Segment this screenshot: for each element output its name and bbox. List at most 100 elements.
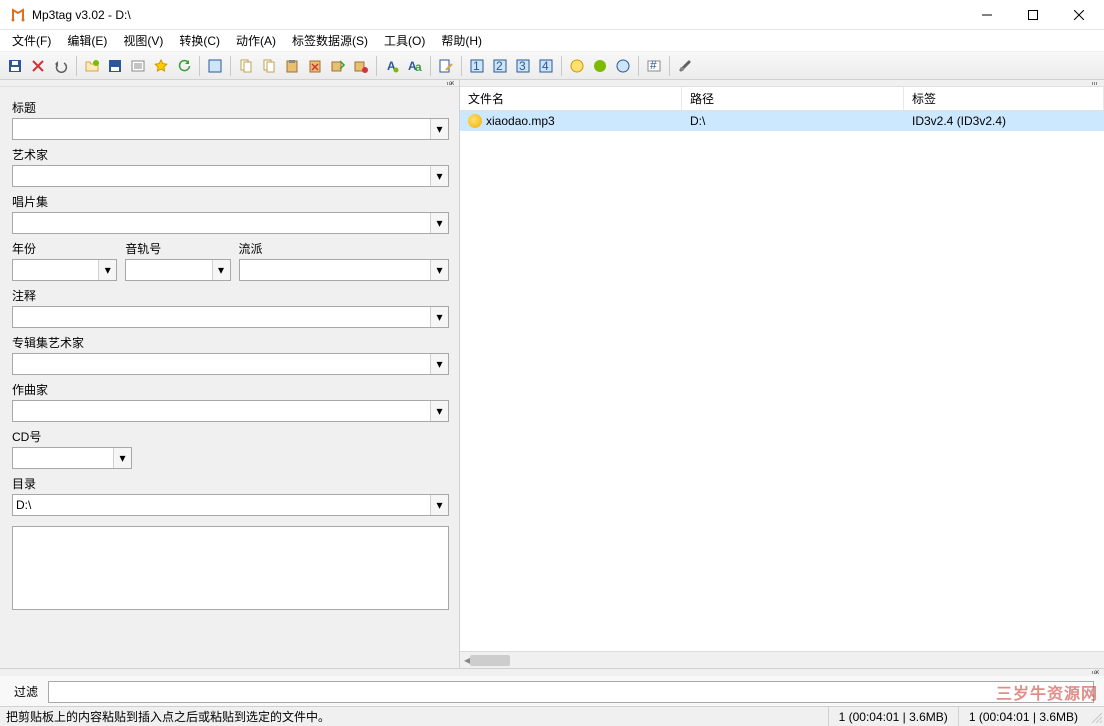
list-row[interactable]: xiaodao.mp3 D:\ ID3v2.4 (ID3v2.4): [460, 111, 1104, 131]
dropdown-icon[interactable]: ▾: [430, 307, 448, 327]
close-button[interactable]: [1056, 0, 1102, 30]
comment-input[interactable]: ▾: [12, 306, 449, 328]
menu-edit[interactable]: 编辑(E): [59, 30, 115, 51]
save-tag-icon[interactable]: [104, 55, 126, 77]
filter-label: 过滤: [14, 683, 38, 700]
dropdown-icon[interactable]: ▾: [430, 495, 448, 515]
resize-grip-icon[interactable]: [1088, 709, 1104, 725]
menubar: 文件(F) 编辑(E) 视图(V) 转换(C) 动作(A) 标签数据源(S) 工…: [0, 30, 1104, 52]
undo-icon[interactable]: [50, 55, 72, 77]
track-input[interactable]: ▾: [125, 259, 230, 281]
year-label: 年份: [12, 240, 117, 257]
filter-grip[interactable]: [0, 669, 1104, 676]
open-folder-icon[interactable]: [81, 55, 103, 77]
toolbar: A Aa 1 2 3 4 #: [0, 52, 1104, 80]
menu-tools[interactable]: 工具(O): [376, 30, 433, 51]
maximize-button[interactable]: [1010, 0, 1056, 30]
list-header: 文件名 路径 标签: [460, 87, 1104, 111]
dropdown-icon[interactable]: ▾: [430, 166, 448, 186]
minimize-button[interactable]: [964, 0, 1010, 30]
cover-box[interactable]: [12, 526, 449, 610]
dropdown-icon[interactable]: ▾: [430, 119, 448, 139]
tag-copyto-icon[interactable]: [327, 55, 349, 77]
filter-input[interactable]: [48, 681, 1094, 703]
panel-close-icon[interactable]: ×: [445, 80, 459, 87]
comment-label: 注释: [12, 287, 449, 304]
svg-text:4: 4: [542, 59, 549, 73]
menu-convert[interactable]: 转换(C): [171, 30, 228, 51]
delete-icon[interactable]: [27, 55, 49, 77]
tag-panel: × 标题 ▾ 艺术家 ▾ 唱片集 ▾ 年份 ▾ 音轨号 ▾ 流派 ▾ 注释 ▾ …: [0, 80, 460, 668]
dropdown-icon[interactable]: ▾: [430, 401, 448, 421]
tag-moveto-icon[interactable]: [350, 55, 372, 77]
svg-text:#: #: [650, 58, 657, 72]
col-filename[interactable]: 文件名: [460, 87, 682, 110]
menu-file[interactable]: 文件(F): [4, 30, 59, 51]
action-aa-icon[interactable]: Aa: [404, 55, 426, 77]
web2-icon[interactable]: [589, 55, 611, 77]
artist-input[interactable]: ▾: [12, 165, 449, 187]
composer-input[interactable]: ▾: [12, 400, 449, 422]
tag-edit1-icon[interactable]: [435, 55, 457, 77]
playlist-icon[interactable]: [127, 55, 149, 77]
svg-text:a: a: [415, 60, 422, 74]
titlebar: Mp3tag v3.02 - D:\: [0, 0, 1104, 30]
selectall-icon[interactable]: [204, 55, 226, 77]
albumartist-input[interactable]: ▾: [12, 353, 449, 375]
menu-sources[interactable]: 标签数据源(S): [284, 30, 376, 51]
web1-icon[interactable]: [566, 55, 588, 77]
discnum-input[interactable]: ▾: [12, 447, 132, 469]
status-total: 1 (00:04:01 | 3.6MB): [958, 707, 1088, 726]
tag-remove-icon[interactable]: [304, 55, 326, 77]
genre-input[interactable]: ▾: [239, 259, 450, 281]
composer-label: 作曲家: [12, 381, 449, 398]
ttf4-icon[interactable]: 4: [535, 55, 557, 77]
paste-icon[interactable]: [281, 55, 303, 77]
cell-path: D:\: [690, 114, 705, 128]
status-selection: 1 (00:04:01 | 3.6MB): [828, 707, 958, 726]
albumartist-label: 专辑集艺术家: [12, 334, 449, 351]
ttf2-icon[interactable]: 2: [489, 55, 511, 77]
options-icon[interactable]: [674, 55, 696, 77]
status-message: 把剪贴板上的内容粘贴到插入点之后或粘贴到选定的文件中。: [0, 708, 828, 725]
refresh-icon[interactable]: [173, 55, 195, 77]
filter-close-icon[interactable]: ×: [1090, 669, 1104, 676]
col-path[interactable]: 路径: [682, 87, 904, 110]
dropdown-icon[interactable]: ▾: [98, 260, 116, 280]
h-scrollbar[interactable]: ◂: [460, 651, 1104, 668]
menu-view[interactable]: 视图(V): [115, 30, 171, 51]
action-a-icon[interactable]: A: [381, 55, 403, 77]
dropdown-icon[interactable]: ▾: [212, 260, 230, 280]
window-title: Mp3tag v3.02 - D:\: [32, 8, 131, 22]
album-input[interactable]: ▾: [12, 212, 449, 234]
cell-tag: ID3v2.4 (ID3v2.4): [912, 114, 1006, 128]
save-icon[interactable]: [4, 55, 26, 77]
title-input[interactable]: ▾: [12, 118, 449, 140]
menu-actions[interactable]: 动作(A): [228, 30, 284, 51]
ttf3-icon[interactable]: 3: [512, 55, 534, 77]
dropdown-icon[interactable]: ▾: [430, 260, 448, 280]
copy-icon[interactable]: [258, 55, 280, 77]
svg-text:3: 3: [519, 59, 526, 73]
track-label: 音轨号: [125, 240, 230, 257]
scroll-thumb[interactable]: [470, 655, 510, 666]
menu-help[interactable]: 帮助(H): [433, 30, 490, 51]
cut-icon[interactable]: [235, 55, 257, 77]
dir-input[interactable]: D:\▾: [12, 494, 449, 516]
discnum-label: CD号: [12, 428, 449, 445]
svg-text:2: 2: [496, 59, 503, 73]
web3-icon[interactable]: [612, 55, 634, 77]
dir-label: 目录: [12, 475, 449, 492]
dropdown-icon[interactable]: ▾: [430, 354, 448, 374]
col-tag[interactable]: 标签: [904, 87, 1104, 110]
dropdown-icon[interactable]: ▾: [430, 213, 448, 233]
favorite-icon[interactable]: [150, 55, 172, 77]
list-grip[interactable]: [460, 80, 1104, 87]
panel-grip[interactable]: ×: [0, 80, 459, 87]
ttf1-icon[interactable]: 1: [466, 55, 488, 77]
year-input[interactable]: ▾: [12, 259, 117, 281]
statusbar: 把剪贴板上的内容粘贴到插入点之后或粘贴到选定的文件中。 1 (00:04:01 …: [0, 706, 1104, 726]
svg-text:1: 1: [473, 59, 480, 73]
dropdown-icon[interactable]: ▾: [113, 448, 131, 468]
autonum-icon[interactable]: #: [643, 55, 665, 77]
